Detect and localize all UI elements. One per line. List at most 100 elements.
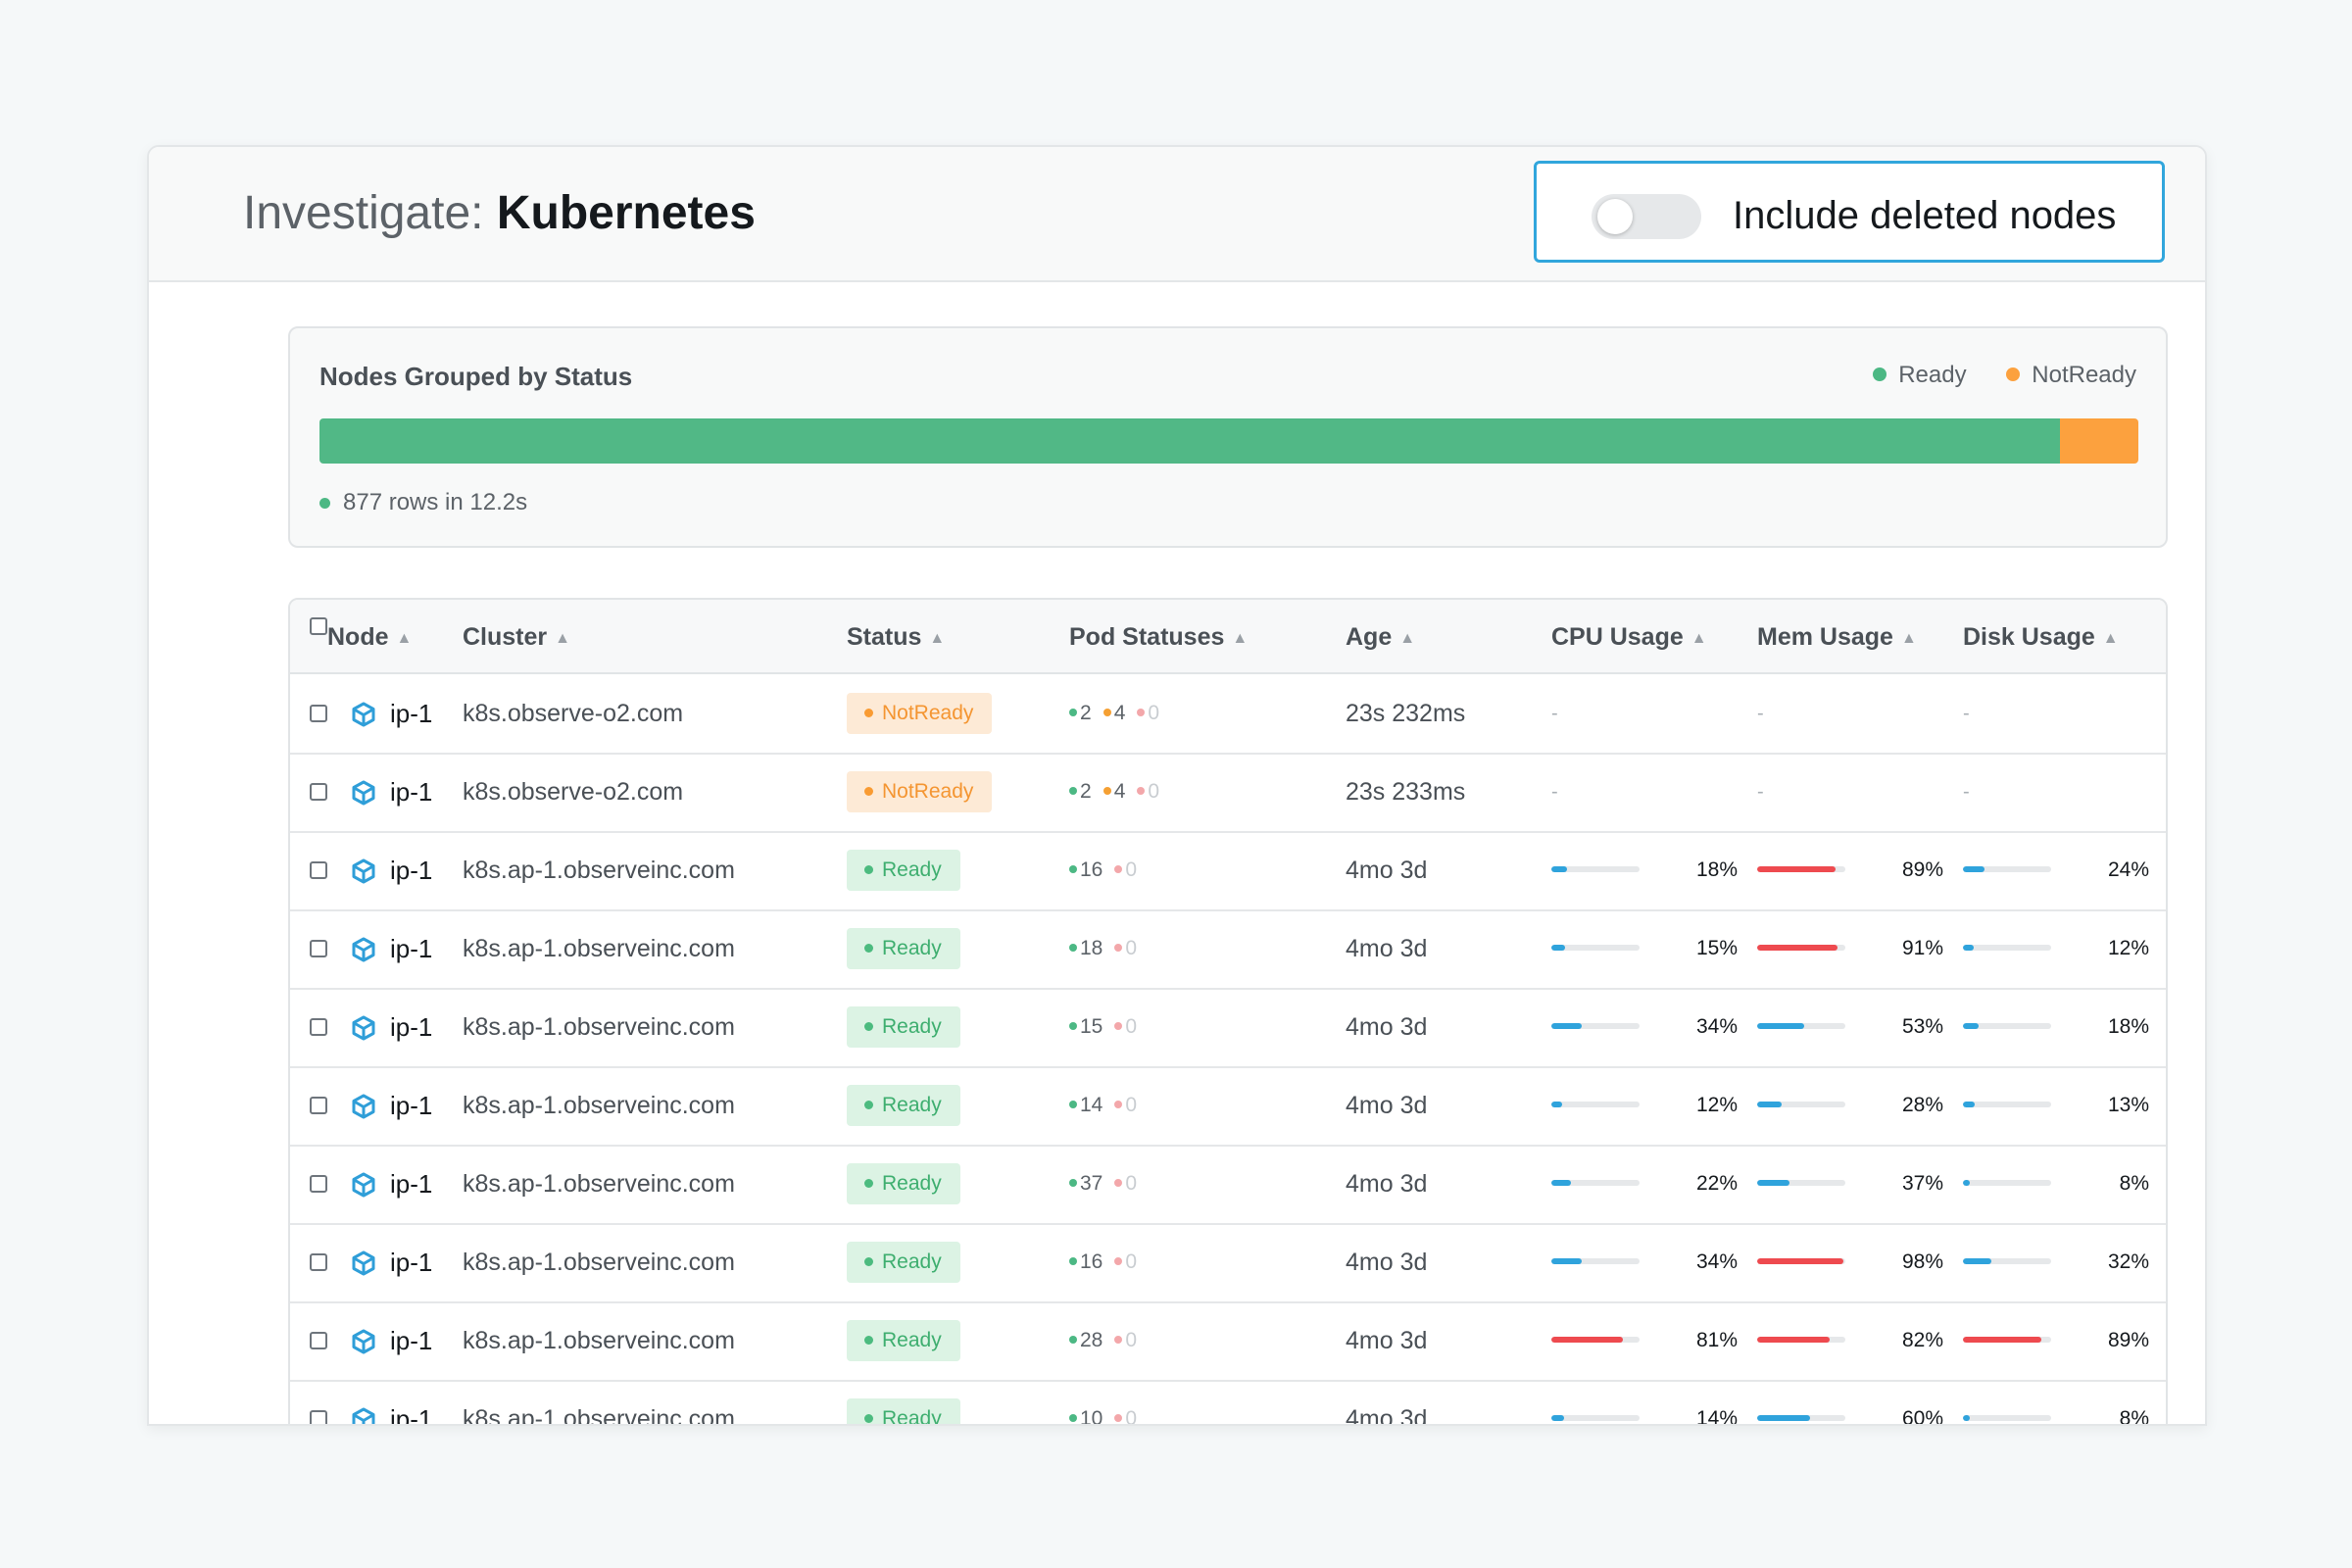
column-header-cpu-usage[interactable]: CPU Usage ▲: [1551, 623, 1707, 652]
row-checkbox[interactable]: [310, 1332, 327, 1349]
column-header-disk-usage[interactable]: Disk Usage ▲: [1963, 623, 2119, 652]
cluster-name[interactable]: k8s.ap-1.observeinc.com: [463, 1145, 735, 1223]
include-deleted-nodes-toggle[interactable]: Include deleted nodes: [1534, 161, 2165, 263]
sort-icon[interactable]: ▲: [555, 630, 570, 647]
row-checkbox[interactable]: [310, 705, 327, 722]
node-name[interactable]: ip-1: [390, 1223, 432, 1301]
node-name[interactable]: ip-1: [390, 1380, 432, 1424]
sort-icon[interactable]: ▲: [397, 630, 413, 647]
cluster-name[interactable]: k8s.ap-1.observeinc.com: [463, 988, 735, 1066]
status-dot: [864, 1257, 873, 1266]
column-header-cluster[interactable]: Cluster ▲: [463, 623, 570, 652]
column-header-pod-statuses[interactable]: Pod Statuses ▲: [1069, 623, 1248, 652]
table-row[interactable]: ip-1 k8s.ap-1.observeinc.com Ready 16 0 4mo 3…: [290, 1223, 2166, 1303]
cluster-name[interactable]: k8s.ap-1.observeinc.com: [463, 1223, 735, 1301]
node-age: 4mo 3d: [1346, 1405, 1428, 1426]
cluster-name[interactable]: k8s.observe-o2.com: [463, 674, 683, 753]
status-badge: Ready: [847, 1242, 960, 1283]
table-row[interactable]: ip-1 k8s.ap-1.observeinc.com Ready 16 0 4mo 3…: [290, 831, 2166, 911]
row-checkbox[interactable]: [310, 940, 327, 957]
disk-usage-bar: [1963, 945, 2051, 951]
pod-count-running-value: 16: [1080, 1250, 1103, 1273]
disk-usage: 8%: [1963, 1380, 2149, 1424]
status-bar-notready-segment[interactable]: [2060, 418, 2138, 464]
row-checkbox[interactable]: [310, 1018, 327, 1036]
node-name[interactable]: ip-1: [390, 831, 432, 909]
column-header-cluster-label: Cluster: [463, 623, 548, 651]
cluster-name[interactable]: k8s.observe-o2.com: [463, 753, 683, 831]
sort-icon[interactable]: ▲: [929, 630, 945, 647]
disk-usage-bar: [1963, 866, 2051, 872]
sort-icon[interactable]: ▲: [1691, 630, 1707, 647]
pod-count-running-value: 2: [1080, 702, 1092, 724]
table-row[interactable]: ip-1 k8s.ap-1.observeinc.com Ready 37 0 4mo 3…: [290, 1145, 2166, 1225]
pod-statuses: 16 0: [1069, 831, 1149, 909]
column-header-node[interactable]: Node ▲: [327, 623, 412, 652]
node-name[interactable]: ip-1: [390, 1301, 432, 1380]
node-name[interactable]: ip-1: [390, 909, 432, 988]
table-row[interactable]: ip-1 k8s.observe-o2.com NotReady 2 4 0 23s 232…: [290, 674, 2166, 755]
status-dot: [864, 709, 873, 717]
toggle-switch[interactable]: [1592, 194, 1701, 239]
node-name[interactable]: ip-1: [390, 988, 432, 1066]
row-checkbox[interactable]: [310, 1175, 327, 1193]
disk-usage-bar: [1963, 1023, 2051, 1029]
table-row[interactable]: ip-1 k8s.ap-1.observeinc.com Ready 18 0 4mo 3…: [290, 909, 2166, 990]
row-checkbox[interactable]: [310, 861, 327, 879]
node-name[interactable]: ip-1: [390, 753, 432, 831]
column-header-mem-usage[interactable]: Mem Usage ▲: [1757, 623, 1917, 652]
status-badge: Ready: [847, 928, 960, 969]
row-checkbox[interactable]: [310, 783, 327, 801]
mem-usage: 91%: [1757, 909, 1943, 988]
cpu-usage-value: 18%: [1695, 858, 1738, 881]
sort-icon[interactable]: ▲: [1399, 630, 1415, 647]
cluster-name[interactable]: k8s.ap-1.observeinc.com: [463, 1380, 735, 1424]
table-row[interactable]: ip-1 k8s.observe-o2.com NotReady 2 4 0 23s 233…: [290, 753, 2166, 833]
status-stacked-bar[interactable]: [319, 418, 2138, 464]
cluster-name[interactable]: k8s.ap-1.observeinc.com: [463, 831, 735, 909]
node-age: 4mo 3d: [1346, 857, 1428, 884]
node-name[interactable]: ip-1: [390, 674, 432, 753]
pod-count-running-value: 16: [1080, 858, 1103, 881]
disk-usage: 13%: [1963, 1066, 2149, 1145]
page-title: Investigate: Kubernetes: [243, 186, 756, 241]
pod-count-running-value: 18: [1080, 937, 1103, 959]
status-bar-ready-segment[interactable]: [319, 418, 2061, 464]
row-checkbox[interactable]: [310, 1253, 327, 1271]
mem-usage-bar: [1757, 1102, 1845, 1107]
rows-info: 877 rows in 12.2s: [319, 489, 527, 516]
table-row[interactable]: ip-1 k8s.ap-1.observeinc.com Ready 14 0 4mo 3…: [290, 1066, 2166, 1147]
pod-count-failed-value: 0: [1148, 780, 1160, 803]
pod-dot-failed: [1114, 1101, 1123, 1108]
cluster-name[interactable]: k8s.ap-1.observeinc.com: [463, 909, 735, 988]
pod-count-failed: 0: [1114, 1250, 1137, 1273]
cluster-name[interactable]: k8s.ap-1.observeinc.com: [463, 1066, 735, 1145]
table-row[interactable]: ip-1 k8s.ap-1.observeinc.com Ready 15 0 4mo 3…: [290, 988, 2166, 1068]
cluster-name[interactable]: k8s.ap-1.observeinc.com: [463, 1301, 735, 1380]
status-badge: Ready: [847, 1085, 960, 1126]
sort-icon[interactable]: ▲: [1232, 630, 1248, 647]
row-checkbox[interactable]: [310, 1097, 327, 1114]
pod-dot-running: [1069, 1414, 1077, 1422]
node-age: 23s 232ms: [1346, 700, 1466, 727]
node-name[interactable]: ip-1: [390, 1145, 432, 1223]
node-age: 4mo 3d: [1346, 1092, 1428, 1119]
column-header-age-label: Age: [1346, 623, 1393, 651]
node-name[interactable]: ip-1: [390, 1066, 432, 1145]
legend-dot-ready: [1873, 368, 1887, 381]
pod-count-pending: 4: [1102, 780, 1125, 803]
pod-count-pending-value: 4: [1113, 702, 1126, 724]
sort-icon[interactable]: ▲: [2103, 630, 2119, 647]
pod-count-failed-value: 0: [1148, 702, 1160, 724]
table-row[interactable]: ip-1 k8s.ap-1.observeinc.com Ready 28 0 4mo 3…: [290, 1301, 2166, 1382]
select-all-checkbox[interactable]: [310, 617, 327, 635]
column-header-age[interactable]: Age ▲: [1346, 623, 1415, 652]
disk-usage-empty: -: [1963, 703, 1970, 724]
sort-icon[interactable]: ▲: [1901, 630, 1917, 647]
column-header-status[interactable]: Status ▲: [847, 623, 945, 652]
table-row[interactable]: ip-1 k8s.ap-1.observeinc.com Ready 10 0 4mo 3…: [290, 1380, 2166, 1426]
cpu-usage-empty: -: [1551, 703, 1558, 724]
node-age: 23s 233ms: [1346, 778, 1466, 806]
pod-statuses: 240: [1069, 674, 1171, 753]
row-checkbox[interactable]: [310, 1410, 327, 1424]
